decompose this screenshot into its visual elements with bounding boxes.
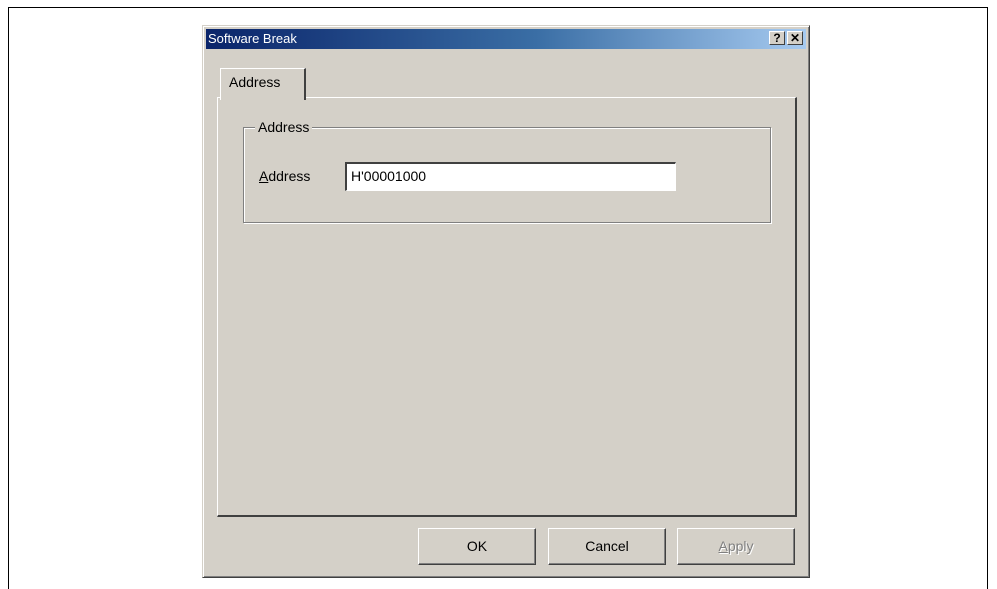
cancel-button[interactable]: Cancel bbox=[548, 528, 666, 565]
close-icon: ✕ bbox=[789, 31, 801, 45]
tab-label: Address bbox=[229, 74, 281, 90]
close-button[interactable]: ✕ bbox=[787, 31, 803, 45]
help-icon: ? bbox=[773, 31, 781, 45]
tab-address[interactable]: Address bbox=[220, 68, 306, 100]
apply-mnemonic: A bbox=[718, 538, 728, 554]
page-frame-right bbox=[987, 7, 988, 589]
apply-label-rest: pply bbox=[727, 538, 754, 554]
address-input[interactable]: H'00001000 bbox=[345, 162, 676, 191]
title-bar[interactable]: Software Break ? ✕ bbox=[206, 29, 806, 49]
apply-button[interactable]: Apply bbox=[677, 528, 795, 565]
page-frame-left bbox=[8, 7, 9, 589]
help-button[interactable]: ? bbox=[769, 31, 785, 45]
page-frame-top bbox=[8, 7, 988, 8]
address-label-rest: ddress bbox=[268, 168, 311, 184]
address-field-label: Address bbox=[259, 168, 310, 184]
group-legend: Address bbox=[255, 119, 313, 135]
ok-button[interactable]: OK bbox=[418, 528, 536, 565]
software-break-dialog: Software Break ? ✕ Address Address Addre… bbox=[202, 25, 810, 578]
window-title: Software Break bbox=[208, 31, 297, 46]
address-label-mnemonic: A bbox=[259, 168, 269, 184]
